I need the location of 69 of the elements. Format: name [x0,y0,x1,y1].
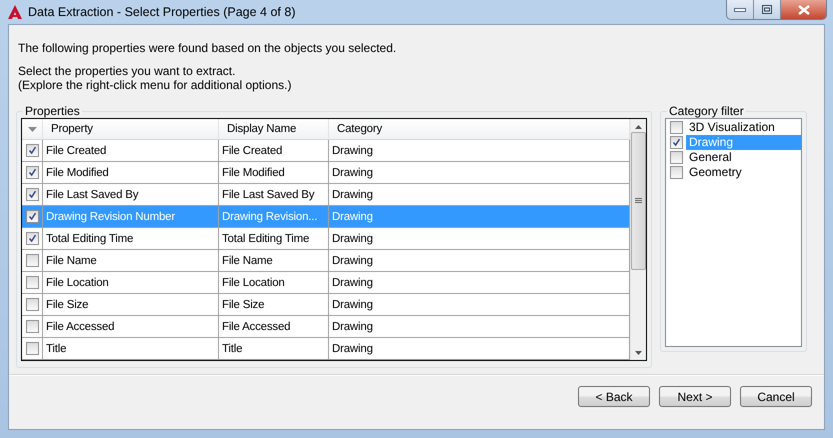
table-row[interactable]: File Name File Name Drawing [22,250,630,272]
intro-text: The following properties were found based on the objects you selected. [18,41,398,55]
checkbox[interactable] [26,342,38,355]
table-cell: File Modified [43,162,219,183]
close-button[interactable] [781,0,826,19]
app-logo-icon [8,5,22,19]
maximize-icon [762,5,772,14]
checkbox[interactable] [670,166,683,179]
filter-item[interactable]: 3D Visualization [686,120,801,135]
table-cell: Total Editing Time [219,228,329,249]
scroll-down-icon[interactable] [635,351,642,355]
group-label: Properties [24,104,81,118]
table-cell: File Created [219,140,329,161]
checkbox[interactable] [26,298,38,311]
table-row[interactable]: File Location File Location Drawing [22,272,630,294]
table-row[interactable]: File Size File Size Drawing [22,294,630,316]
table-cell: File Name [43,250,219,271]
checkbox[interactable] [26,144,38,157]
checkbox[interactable] [26,320,38,333]
table-row[interactable]: File Modified File Modified Drawing [22,162,630,184]
maximize-button[interactable] [754,0,781,19]
checkbox[interactable] [670,136,683,149]
window-title: Data Extraction - Select Properties (Page 4 of 8) [28,5,296,19]
table-cell: Drawing Revision... [219,206,329,227]
column-header[interactable]: Display Name [219,119,329,139]
checkbox[interactable] [670,121,683,134]
grip-icon [635,198,642,204]
filter-item[interactable]: Geometry [686,165,801,180]
table-cell: File Location [219,272,329,293]
table-cell: File Last Saved By [219,184,329,205]
table-cell: Total Editing Time [43,228,219,249]
scrollbar[interactable] [630,119,646,360]
checkbox[interactable] [26,276,38,289]
table-row[interactable]: Total Editing Time Total Editing Time Drawing [22,228,630,250]
checkbox[interactable] [26,210,38,223]
sort-arrow-icon[interactable] [28,126,36,132]
minimize-button[interactable] [727,0,754,19]
table-cell: File Name [219,250,329,271]
scroll-thumb[interactable] [631,132,646,270]
intro-text: (Explore the right-click menu for additional options.) [18,78,292,92]
checkbox[interactable] [26,166,38,179]
group-label: Category filter [668,104,745,118]
table-cell: File Size [43,294,219,315]
checkbox[interactable] [670,151,683,164]
table-cell: Title [43,338,219,359]
table-cell: File Last Saved By [43,184,219,205]
table-cell: Title [219,338,329,359]
checkbox[interactable] [26,232,38,245]
intro-text: Select the properties you want to extract. [18,64,236,78]
table-cell: File Size [219,294,329,315]
checkbox[interactable] [26,188,38,201]
minimize-icon [734,8,746,12]
table-row[interactable]: File Accessed File Accessed Drawing [22,316,630,338]
next-button[interactable]: Next > [659,386,731,407]
scroll-up-icon[interactable] [635,125,642,129]
table-cell: Drawing Revision Number [43,206,219,227]
checkbox[interactable] [26,254,38,267]
table-cell: File Created [43,140,219,161]
close-icon [798,4,810,14]
cancel-button[interactable]: Cancel [740,386,812,407]
back-button[interactable]: < Back [578,386,650,407]
table-cell: File Accessed [219,316,329,337]
table-cell: File Modified [219,162,329,183]
table-cell: File Location [43,272,219,293]
table-row[interactable]: Title Title Drawing [22,338,630,360]
filter-item[interactable]: General [686,150,801,165]
table-cell: File Accessed [43,316,219,337]
table-row[interactable]: File Created File Created Drawing [22,140,630,162]
column-header[interactable]: Property [43,119,219,139]
